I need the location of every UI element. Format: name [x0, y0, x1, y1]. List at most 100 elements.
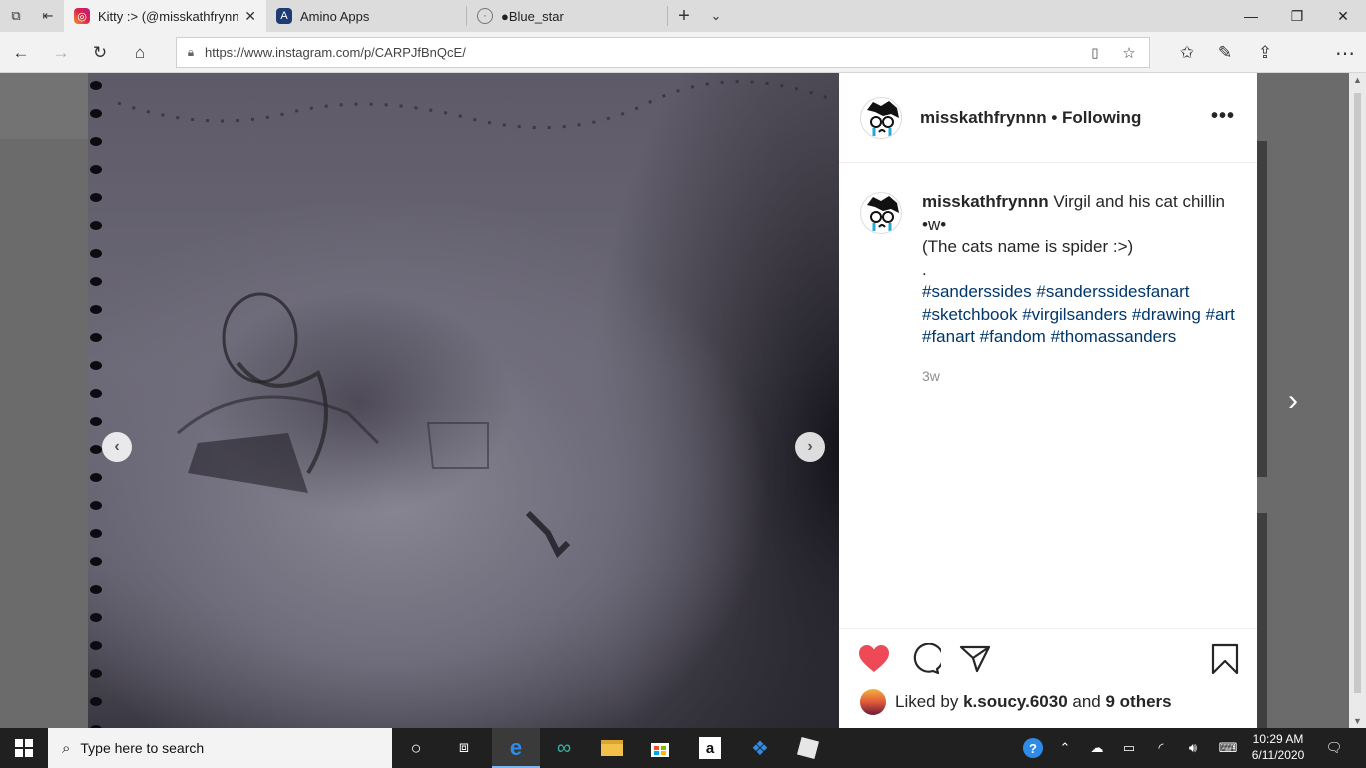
help-icon[interactable]: ? — [1020, 728, 1046, 768]
chevron-down-icon[interactable]: ⌄ — [704, 4, 728, 28]
like-button[interactable] — [858, 643, 890, 675]
tab-bar: ⧉ ⇤ ◎ Kitty :> (@misskathfrynn ✕ A Amino… — [0, 0, 1366, 32]
liker-avatar[interactable] — [860, 689, 886, 715]
reading-view-icon[interactable]: ▯ — [1085, 43, 1105, 63]
system-clock[interactable]: 10:29 AM 6/11/2020 — [1248, 731, 1308, 763]
close-window-icon[interactable]: ✕ — [1320, 0, 1366, 32]
share-icon[interactable]: ⇪ — [1252, 40, 1278, 66]
hashtag-link[interactable]: #thomassanders — [1051, 327, 1177, 346]
roblox-icon[interactable] — [786, 728, 830, 768]
amazon-icon[interactable]: a — [688, 728, 732, 768]
address-bar[interactable]: 🔒︎ https://www.instagram.com/p/CARPJfBnQ… — [176, 37, 1150, 68]
send-icon — [959, 645, 991, 673]
amino-icon: A — [276, 8, 292, 24]
post-caption: misskathfrynnn Virgil and his cat chilli… — [922, 191, 1242, 349]
favorite-star-icon[interactable]: ☆ — [1119, 43, 1139, 63]
lock-icon: 🔒︎ — [187, 45, 195, 59]
hashtag-link[interactable]: #sanderssides — [922, 282, 1032, 301]
search-icon: ⌕ — [62, 739, 71, 757]
likes-and: and — [1072, 692, 1101, 711]
back-icon[interactable]: ← — [8, 40, 34, 66]
restore-icon[interactable]: ❐ — [1274, 0, 1320, 32]
likes-others-link[interactable]: 9 others — [1106, 692, 1172, 712]
hashtag-link[interactable]: #sketchbook — [922, 305, 1017, 324]
onedrive-icon[interactable]: ☁ — [1086, 728, 1108, 768]
comment-button[interactable] — [909, 643, 941, 675]
edge-taskbar-icon[interactable]: e — [492, 728, 540, 768]
background-header — [0, 73, 88, 139]
start-button[interactable] — [0, 728, 48, 768]
scroll-down-icon[interactable]: ▼ — [1349, 716, 1366, 726]
next-post-arrow-icon[interactable]: › — [1278, 381, 1308, 421]
task-view-icon[interactable]: ⧈ — [444, 728, 484, 768]
post-author: misskathfrynnn • Following — [920, 108, 1141, 128]
pen-icon[interactable]: ✎ — [1212, 40, 1238, 66]
carousel-next-button[interactable]: › — [795, 432, 825, 462]
cortana-icon[interactable]: ○ — [396, 728, 436, 768]
instagram-icon: ◎ — [74, 8, 90, 24]
windows-taskbar: ⌕ Type here to search ○ ⧈ e ∞ a ❖ ? ⌃ ☁ … — [0, 728, 1366, 768]
avatar-drawing — [867, 101, 899, 136]
wifi-icon[interactable]: ◜ — [1150, 728, 1172, 768]
avatar-drawing — [867, 196, 899, 231]
hashtag-link[interactable]: #drawing — [1132, 305, 1201, 324]
store-icon[interactable] — [638, 728, 682, 768]
post-time[interactable]: 3w — [922, 368, 940, 384]
refresh-icon[interactable]: ↻ — [87, 40, 113, 66]
favorites-list-icon[interactable]: ✩ — [1174, 40, 1200, 66]
bookmark-icon — [1211, 643, 1239, 675]
minimize-icon[interactable]: — — [1228, 0, 1274, 32]
forward-icon[interactable]: → — [48, 40, 74, 66]
next-post-preview — [1257, 513, 1267, 728]
post-photo — [88, 73, 839, 728]
caption-username[interactable]: misskathfrynnn — [922, 192, 1049, 211]
tab-blue-star[interactable]: · ●Blue_star — [467, 0, 667, 32]
scrollbar-thumb[interactable] — [1354, 93, 1361, 693]
carousel-prev-button[interactable]: ‹ — [102, 432, 132, 462]
volume-icon[interactable]: 🔊︎ — [1182, 728, 1204, 768]
notifications-icon[interactable]: 🗨︎ — [1320, 728, 1348, 768]
show-hidden-icons-icon[interactable]: ⌃ — [1054, 728, 1076, 768]
more-icon[interactable]: ⋯ — [1332, 40, 1358, 66]
store-bag-icon — [651, 743, 669, 757]
separator: • — [1051, 108, 1058, 127]
tab-label: Amino Apps — [300, 8, 370, 24]
hashtag-link[interactable]: #sanderssidesfanart — [1036, 282, 1189, 301]
caption-avatar[interactable] — [860, 192, 902, 234]
new-tab-icon[interactable]: + — [672, 4, 696, 28]
home-icon[interactable]: ⌂ — [127, 40, 153, 66]
tabs-aside-icon[interactable]: ⇤ — [36, 4, 60, 28]
globe-icon: · — [477, 8, 493, 24]
dropbox-icon[interactable]: ❖ — [738, 728, 782, 768]
more-options-button[interactable]: ••• — [1211, 105, 1235, 128]
tab-amino[interactable]: A Amino Apps — [266, 0, 466, 32]
save-button[interactable] — [1209, 643, 1241, 675]
search-placeholder: Type here to search — [80, 740, 205, 756]
following-button[interactable]: Following — [1062, 108, 1141, 127]
comment-icon — [913, 643, 941, 675]
share-button[interactable] — [959, 643, 991, 675]
hashtag-link[interactable]: #art — [1206, 305, 1235, 324]
likes-summary: Liked by k.soucy.6030 and 9 others — [860, 689, 1172, 715]
close-tab-icon[interactable]: ✕ — [244, 8, 256, 25]
battery-icon[interactable]: ▭ — [1118, 728, 1140, 768]
tab-label: Kitty :> (@misskathfrynn — [98, 8, 238, 24]
hashtag-link[interactable]: #fandom — [980, 327, 1046, 346]
heart-icon — [859, 645, 889, 672]
infinity-app-icon[interactable]: ∞ — [542, 728, 586, 768]
hashtag-link[interactable]: #fanart — [922, 327, 975, 346]
avatar[interactable] — [860, 97, 902, 139]
sketch-drawing — [117, 80, 829, 559]
keyboard-icon[interactable]: ⌨ — [1214, 728, 1242, 768]
scrollbar[interactable]: ▲ ▼ — [1349, 73, 1366, 728]
liker-username[interactable]: k.soucy.6030 — [963, 692, 1068, 712]
tab-set-aside-icon[interactable]: ⧉ — [4, 4, 28, 28]
file-explorer-icon[interactable] — [590, 728, 634, 768]
caption-text: . — [922, 259, 927, 279]
tab-instagram[interactable]: ◎ Kitty :> (@misskathfrynn ✕ — [64, 0, 266, 32]
navigation-bar: ← → ↻ ⌂ 🔒︎ https://www.instagram.com/p/C… — [0, 32, 1366, 73]
scroll-up-icon[interactable]: ▲ — [1349, 75, 1366, 85]
hashtag-link[interactable]: #virgilsanders — [1022, 305, 1127, 324]
taskbar-search[interactable]: ⌕ Type here to search — [48, 728, 392, 768]
username-link[interactable]: misskathfrynnn — [920, 108, 1047, 127]
